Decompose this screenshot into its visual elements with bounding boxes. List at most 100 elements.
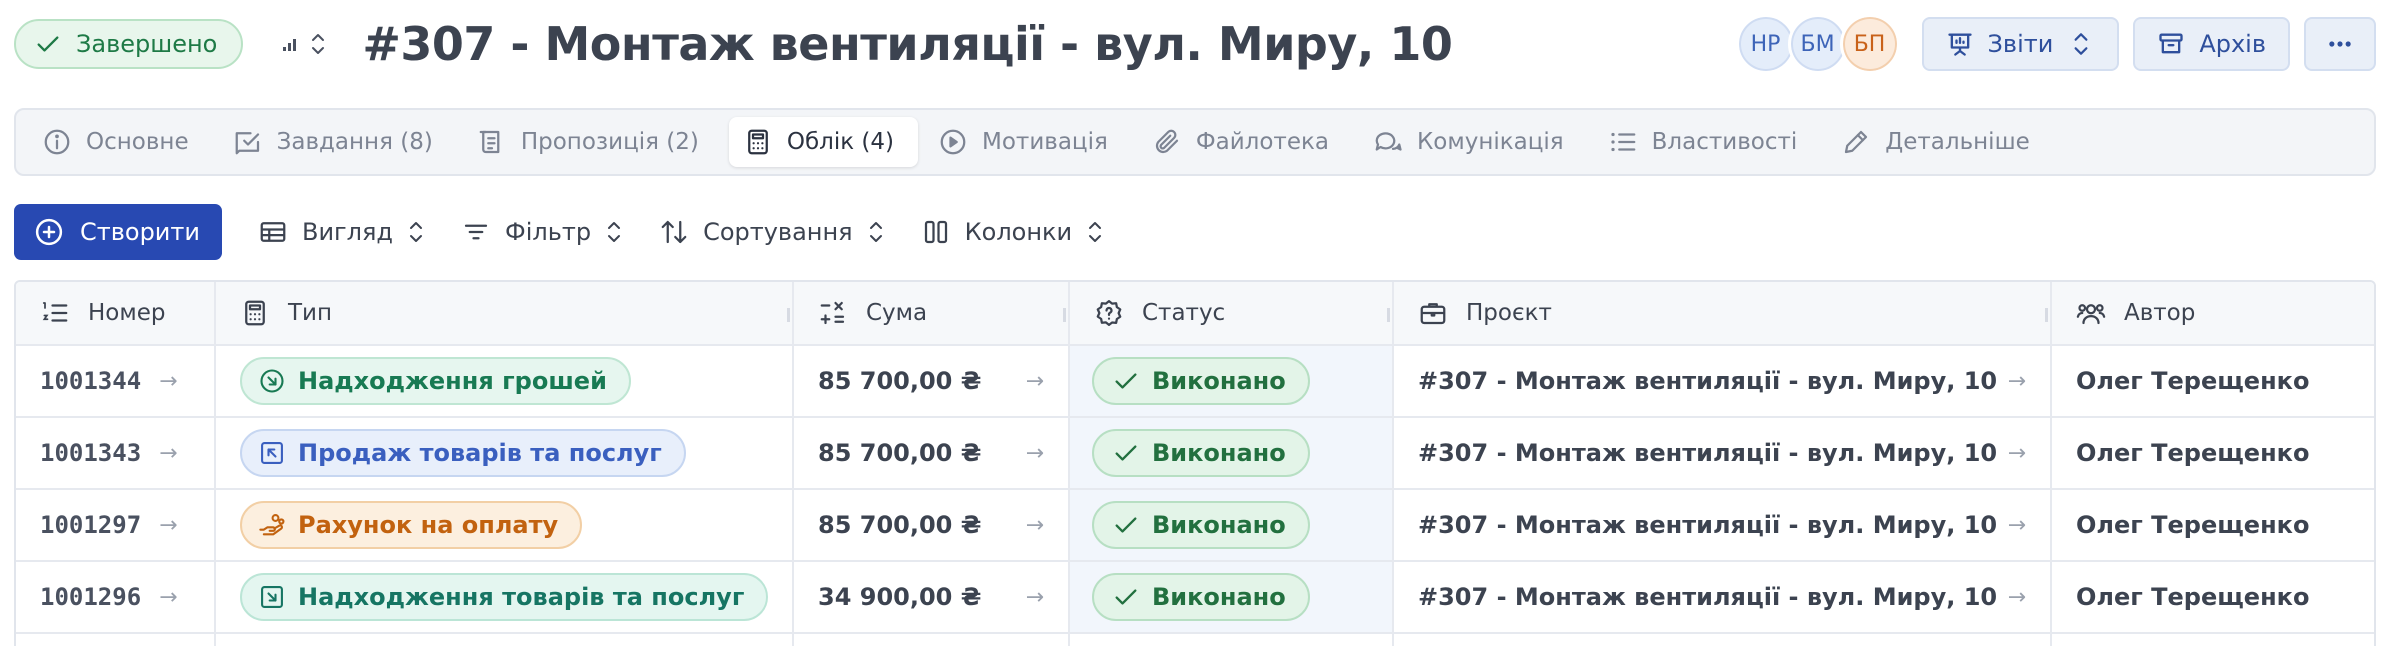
arrow-right-icon[interactable]: → (159, 585, 177, 610)
tab-files[interactable]: Файлотека (1138, 117, 1353, 167)
column-header-number[interactable]: Номер (16, 282, 216, 344)
empty-cell (16, 634, 216, 646)
column-header-type[interactable]: Тип (216, 282, 794, 344)
column-header-status[interactable]: Статус (1070, 282, 1394, 344)
column-header-label: Статус (1142, 300, 1226, 326)
task-icon (235, 132, 259, 155)
arrow-right-icon[interactable]: → (159, 369, 177, 394)
status-badge[interactable]: Виконано (1092, 357, 1310, 405)
tab-label: Детальніше (1885, 129, 2030, 155)
project-status-badge[interactable]: Завершено (14, 19, 244, 69)
page-header: Завершено #307 - Монтаж вентиляції - вул… (14, 0, 2376, 88)
arrow-right-icon[interactable]: → (1026, 513, 1044, 538)
project-tabs: Основне Завдання (8) Пропозиція (2) Облі… (14, 108, 2376, 176)
avatar[interactable]: БМ (1787, 14, 1848, 74)
project-cell: #307 - Монтаж вентиляції - вул. Миру, 10… (1394, 562, 2052, 632)
status-cell: Виконано (1070, 418, 1394, 488)
empty-cell (1070, 634, 1394, 646)
table-row[interactable]: 1001344 → Надходження грошей 85 700,00 ₴… (16, 346, 2374, 418)
calculator-icon (747, 129, 768, 155)
amount-value: 85 700,00 ₴ (818, 367, 982, 395)
filter-label: Фільтр (505, 218, 592, 246)
arrow-right-icon[interactable]: → (159, 441, 177, 466)
priority-selector[interactable] (283, 31, 326, 57)
table-row[interactable]: 1001297 → Рахунок на оплату 85 700,00 ₴ … (16, 490, 2374, 562)
column-header-amount[interactable]: Сума (794, 282, 1070, 344)
more-options-button[interactable] (2304, 17, 2376, 71)
empty-cell (216, 634, 794, 646)
tab-details[interactable]: Детальніше (1827, 117, 2054, 167)
check-icon (37, 36, 59, 52)
type-label: Рахунок на оплату (298, 511, 559, 539)
author-cell: Олег Терещенко (2052, 490, 2374, 560)
tab-accounting[interactable]: Облік (4) (728, 117, 919, 167)
table-row[interactable]: 1001296 → Надходження товарів та послуг … (16, 562, 2374, 634)
columns-dropdown[interactable]: Колонки (921, 204, 1105, 260)
arrow-right-icon[interactable]: → (2008, 585, 2026, 610)
chevron-updown-icon (2074, 33, 2088, 55)
project-cell: #307 - Монтаж вентиляції - вул. Миру, 10… (1394, 490, 2052, 560)
sort-dropdown[interactable]: Сортування (659, 204, 885, 260)
number-cell: 1001343 → (16, 418, 216, 488)
type-badge[interactable]: Надходження грошей (240, 357, 631, 405)
column-resize-handle[interactable] (1387, 308, 1390, 322)
status-badge[interactable]: Виконано (1092, 573, 1310, 621)
view-dropdown[interactable]: Вигляд (258, 204, 425, 260)
tab-tasks[interactable]: Завдання (8) (219, 117, 457, 167)
page-title: #307 - Монтаж вентиляції - вул. Миру, 10 (362, 17, 1453, 71)
arrow-right-icon[interactable]: → (1026, 369, 1044, 394)
column-resize-handle[interactable] (787, 308, 790, 322)
arrow-right-icon[interactable]: → (1026, 441, 1044, 466)
status-badge[interactable]: Виконано (1092, 501, 1310, 549)
type-cell: Продаж товарів та послуг (216, 418, 794, 488)
reports-button[interactable]: Звіти (1921, 17, 2120, 71)
status-label: Виконано (1152, 583, 1286, 611)
arrow-right-icon[interactable]: → (2008, 513, 2026, 538)
tab-communication[interactable]: Комунікація (1359, 117, 1588, 167)
number-cell: 1001297 → (16, 490, 216, 560)
project-name: #307 - Монтаж вентиляції - вул. Миру, 10 (1418, 439, 1998, 467)
arrow-right-icon[interactable]: → (2008, 441, 2026, 466)
columns-icon (924, 220, 947, 244)
tab-proposal[interactable]: Пропозиція (2) (463, 117, 723, 167)
type-badge[interactable]: Рахунок на оплату (240, 501, 583, 549)
type-badge[interactable]: Надходження товарів та послуг (240, 573, 769, 621)
amount-cell: 85 700,00 ₴ → (794, 346, 1070, 416)
create-label: Створити (80, 218, 200, 246)
tab-label: Пропозиція (2) (520, 129, 699, 155)
amount-cell: 85 700,00 ₴ → (794, 490, 1070, 560)
type-label: Надходження грошей (298, 367, 607, 395)
filter-dropdown[interactable]: Фільтр (461, 204, 623, 260)
arrow-right-icon[interactable]: → (1026, 585, 1044, 610)
table-row (16, 634, 2374, 646)
archive-button[interactable]: Архів (2133, 17, 2290, 71)
chevron-updown-icon (410, 222, 423, 242)
column-header-author[interactable]: Автор (2052, 282, 2374, 344)
status-badge[interactable]: Виконано (1092, 429, 1310, 477)
tab-general[interactable]: Основне (28, 117, 213, 167)
project-cell: #307 - Монтаж вентиляції - вул. Миру, 10… (1394, 346, 2052, 416)
avatar[interactable]: БП (1839, 14, 1900, 74)
column-resize-handle[interactable] (1063, 308, 1066, 322)
column-resize-handle[interactable] (2045, 308, 2048, 322)
tab-properties[interactable]: Властивості (1594, 117, 1822, 167)
arrow-right-icon[interactable]: → (2008, 369, 2026, 394)
more-dots-icon (2329, 41, 2351, 47)
author-cell: Олег Терещенко (2052, 562, 2374, 632)
arrow-right-icon[interactable]: → (159, 513, 177, 538)
create-button[interactable]: Створити (14, 204, 222, 260)
type-label: Надходження товарів та послуг (298, 583, 745, 611)
tab-motivation[interactable]: Мотивація (924, 117, 1132, 167)
table-row[interactable]: 1001343 → Продаж товарів та послуг 85 70… (16, 418, 2374, 490)
avatar[interactable]: НР (1735, 14, 1796, 74)
tab-label: Завдання (8) (276, 129, 433, 155)
amount-cell: 85 700,00 ₴ → (794, 418, 1070, 488)
list-icon (1611, 132, 1636, 152)
record-number: 1001297 (40, 511, 142, 539)
type-label: Продаж товарів та послуг (298, 439, 662, 467)
arrow-in-square-icon (261, 586, 283, 608)
calculator-icon (245, 300, 265, 326)
table-header-row: Номер Тип Сума Статус Проєкт Автор (16, 282, 2374, 346)
column-header-project[interactable]: Проєкт (1394, 282, 2052, 344)
type-badge[interactable]: Продаж товарів та послуг (240, 429, 686, 477)
